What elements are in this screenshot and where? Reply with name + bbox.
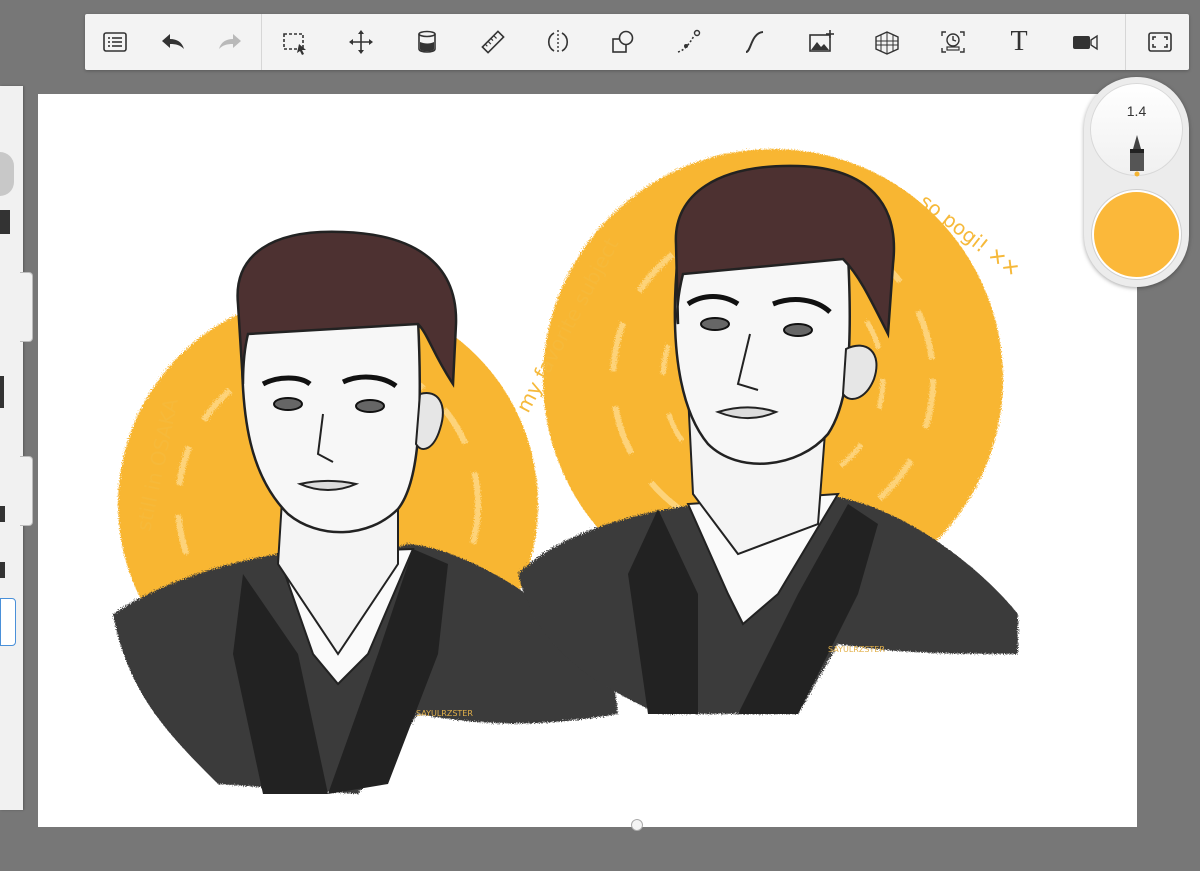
redo-arrow-icon [219, 34, 241, 49]
text-tool-icon: T [1010, 26, 1028, 57]
selection-marquee-icon [283, 33, 306, 55]
list-menu-icon [103, 32, 127, 52]
undo-button[interactable] [155, 24, 191, 60]
fullscreen-icon [1148, 32, 1172, 52]
text-tool-button[interactable]: T [1001, 24, 1037, 60]
pencil-tip-icon [1130, 135, 1144, 177]
symmetry-button[interactable] [540, 24, 576, 60]
shapes-icon [612, 30, 634, 53]
curve-stroke-icon [677, 29, 701, 53]
paint-bucket-icon [418, 30, 436, 53]
video-button[interactable] [1067, 24, 1103, 60]
size-slider[interactable] [20, 272, 33, 342]
signature-left: SAYULRZSTER [416, 709, 473, 718]
s-curve-icon [745, 31, 764, 53]
artwork: still in OSAKA my favorite subject so po… [113, 149, 1024, 794]
stroke-button[interactable] [671, 24, 707, 60]
tool-icon-2[interactable] [0, 506, 5, 522]
tool-icon-3[interactable] [0, 562, 5, 578]
top-toolbar: T [85, 14, 1189, 70]
page-indicator-dot[interactable] [631, 819, 643, 831]
brush-widget: 1.4 [1084, 77, 1189, 287]
perspective-grid-icon [875, 31, 899, 55]
shapes-button[interactable] [605, 24, 641, 60]
undo-arrow-icon [162, 34, 184, 49]
image-add-icon [809, 30, 834, 52]
perspective-button[interactable] [869, 24, 905, 60]
fullscreen-button[interactable] [1142, 24, 1178, 60]
menu-button[interactable] [97, 24, 133, 60]
transform-button[interactable] [343, 24, 379, 60]
brush-size-button[interactable]: 1.4 [1090, 83, 1183, 177]
tool-icon-selected[interactable] [0, 598, 16, 646]
pen-tool-icon[interactable] [0, 210, 10, 234]
image-import-button[interactable] [803, 24, 839, 60]
brush-preview-knob[interactable] [0, 152, 14, 196]
opacity-slider[interactable] [20, 456, 33, 526]
time-lapse-icon [941, 31, 965, 53]
ruler-button[interactable] [475, 24, 511, 60]
signature-right: SAYULRZSTER [828, 645, 885, 654]
brush-size-label: 1.4 [1126, 103, 1147, 119]
ruler-icon [481, 30, 505, 54]
move-arrows-icon [349, 30, 373, 54]
color-swatch[interactable] [1092, 190, 1181, 279]
tool-icon-1[interactable] [0, 376, 4, 408]
redo-button[interactable] [212, 24, 248, 60]
fill-button[interactable] [409, 24, 445, 60]
selection-button[interactable] [277, 24, 313, 60]
time-lapse-button[interactable] [935, 24, 971, 60]
left-tool-panel [0, 86, 33, 810]
symmetry-icon [547, 30, 569, 54]
drawing-canvas[interactable]: still in OSAKA my favorite subject so po… [38, 94, 1137, 827]
video-camera-icon [1073, 34, 1098, 51]
brush-curve-button[interactable] [737, 24, 773, 60]
